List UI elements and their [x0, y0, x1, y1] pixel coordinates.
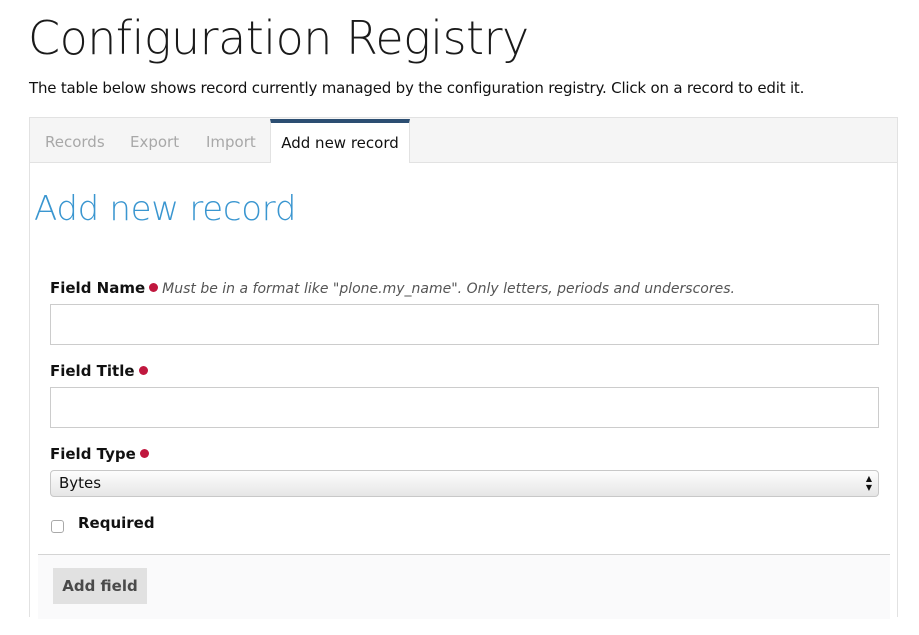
tab-add-new-record[interactable]: Add new record: [270, 119, 410, 163]
tab-bar: Records Export Import Add new record: [30, 118, 897, 163]
field-title-input[interactable]: [50, 387, 879, 428]
field-name-input[interactable]: [50, 304, 879, 345]
form-title: Add new record: [34, 189, 297, 229]
registry-panel: Records Export Import Add new record Add…: [29, 117, 898, 619]
field-name-label: Field Name: [50, 279, 146, 297]
required-indicator-icon: [138, 366, 148, 375]
page-title: Configuration Registry: [28, 11, 529, 65]
add-field-button[interactable]: Add field: [53, 568, 147, 604]
tab-export[interactable]: Export: [130, 118, 179, 162]
required-indicator-icon: [139, 449, 149, 458]
required-checkbox-label[interactable]: Required: [78, 514, 155, 532]
tab-import[interactable]: Import: [206, 118, 256, 162]
field-type-label-row: Field Type: [50, 444, 149, 464]
required-checkbox[interactable]: [51, 520, 64, 533]
form-actions: Add field: [38, 554, 890, 619]
field-type-label: Field Type: [50, 445, 136, 463]
field-type-selected-value: Bytes: [59, 474, 102, 492]
page-description: The table below shows record currently m…: [29, 79, 805, 97]
required-indicator-icon: [149, 283, 159, 292]
field-name-label-row: Field Name Must be in a format like "plon…: [50, 278, 735, 299]
field-type-select[interactable]: Bytes ▲ ▼: [50, 470, 879, 497]
field-title-label: Field Title: [50, 362, 135, 380]
field-title-label-row: Field Title: [50, 361, 148, 381]
select-updown-arrows-icon: ▲ ▼: [865, 474, 872, 492]
tab-records[interactable]: Records: [45, 118, 105, 162]
field-name-help: Must be in a format like "plone.my_name"…: [162, 281, 735, 297]
